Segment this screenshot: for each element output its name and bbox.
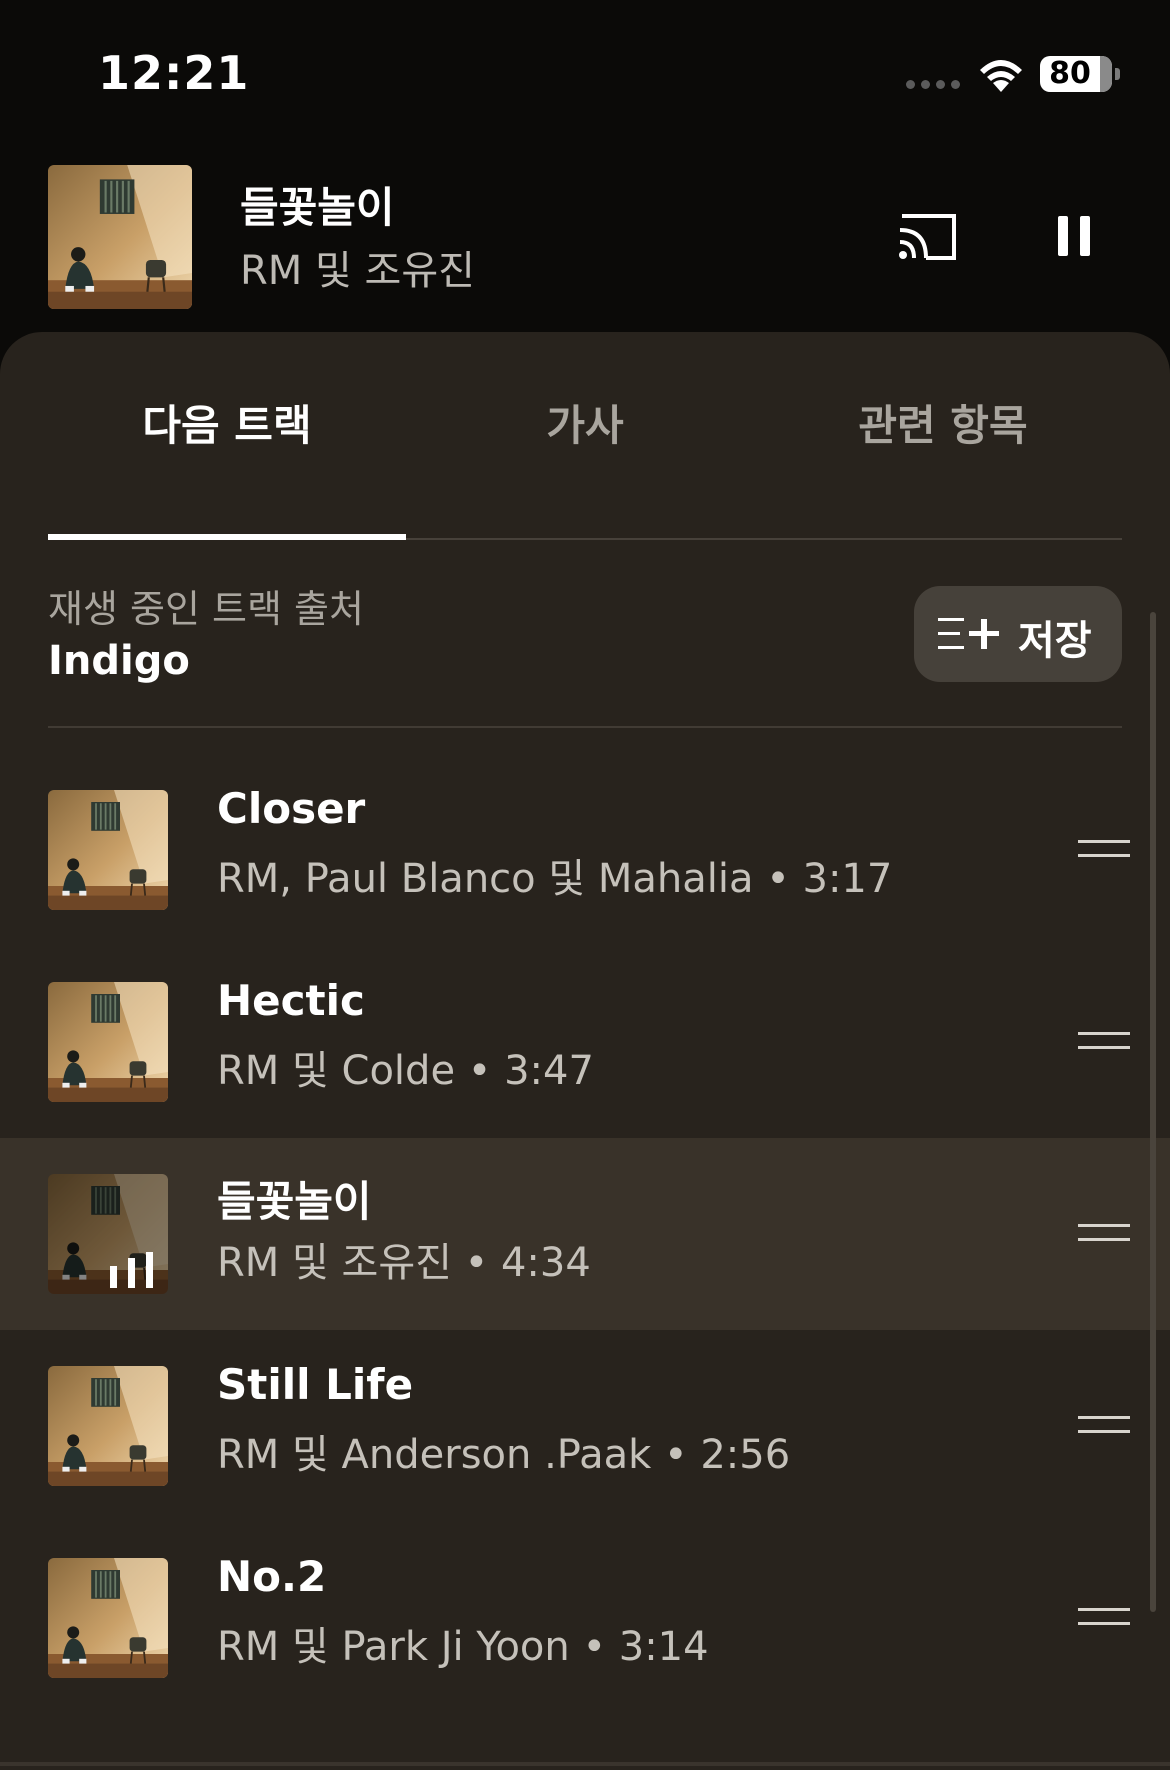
- album-art: [48, 165, 192, 309]
- track-meta: RM 및 Anderson .Paak • 2:56: [217, 1432, 791, 1478]
- mini-player-title: 들꽃놀이: [240, 183, 395, 232]
- now-playing-equalizer-icon: [110, 1248, 160, 1288]
- tab-bar: 다음 트랙 가사 관련 항목: [48, 392, 1122, 472]
- album-art: [48, 982, 168, 1102]
- tab-up-next[interactable]: 다음 트랙: [48, 392, 406, 453]
- scrollbar[interactable]: [1150, 612, 1156, 1612]
- album-art: [48, 1366, 168, 1486]
- track-title: No.2: [217, 1552, 327, 1601]
- active-tab-indicator: [48, 534, 406, 540]
- status-time: 12:21: [98, 46, 250, 100]
- tab-related[interactable]: 관련 항목: [764, 392, 1122, 453]
- track-title: Closer: [217, 784, 366, 833]
- track-meta: RM, Paul Blanco 및 Mahalia • 3:17: [217, 856, 893, 902]
- track-meta: RM 및 Colde • 3:47: [217, 1048, 594, 1094]
- pause-icon[interactable]: [1050, 210, 1098, 262]
- track-title: 들꽃놀이: [217, 1177, 372, 1226]
- battery-level: 80: [1049, 56, 1091, 91]
- drag-handle-icon[interactable]: [1078, 840, 1130, 860]
- battery-icon: 80: [1040, 56, 1120, 92]
- cast-icon[interactable]: [896, 210, 960, 264]
- drag-handle-icon[interactable]: [1078, 1224, 1130, 1244]
- queue-track-now-playing[interactable]: 들꽃놀이 RM 및 조유진 • 4:34: [0, 1138, 1170, 1330]
- track-title: Hectic: [217, 976, 365, 1025]
- mini-player[interactable]: 들꽃놀이 RM 및 조유진: [0, 150, 1170, 330]
- drag-handle-icon[interactable]: [1078, 1608, 1130, 1628]
- queue-track-hectic[interactable]: Hectic RM 및 Colde • 3:47: [0, 946, 1170, 1138]
- playlist-add-icon: [938, 618, 999, 649]
- album-art: [48, 1558, 168, 1678]
- album-art: [48, 790, 168, 910]
- queue-source-name[interactable]: Indigo: [48, 638, 190, 684]
- wifi-icon: [980, 60, 1022, 92]
- status-bar: 12:21 80: [0, 0, 1170, 150]
- queue-track-no2[interactable]: No.2 RM 및 Park Ji Yoon • 3:14: [0, 1522, 1170, 1714]
- track-meta: RM 및 Park Ji Yoon • 3:14: [217, 1624, 709, 1670]
- queue-track-closer[interactable]: Closer RM, Paul Blanco 및 Mahalia • 3:17: [0, 754, 1170, 946]
- queue-track-still-life[interactable]: Still Life RM 및 Anderson .Paak • 2:56: [0, 1330, 1170, 1522]
- save-button[interactable]: 저장: [914, 586, 1122, 682]
- mini-player-artist: RM 및 조유진: [240, 248, 475, 294]
- drag-handle-icon[interactable]: [1078, 1032, 1130, 1052]
- bottom-divider: [0, 1762, 1170, 1766]
- tab-lyrics[interactable]: 가사: [406, 392, 764, 453]
- queue-sheet: 다음 트랙 가사 관련 항목 재생 중인 트랙 출처 Indigo 저장 Clo…: [0, 332, 1170, 1770]
- drag-handle-icon[interactable]: [1078, 1416, 1130, 1436]
- cellular-signal-icon: [906, 80, 960, 92]
- album-art: [48, 1174, 168, 1294]
- track-title: Still Life: [217, 1360, 414, 1409]
- section-divider: [48, 726, 1122, 728]
- track-meta: RM 및 조유진 • 4:34: [217, 1240, 591, 1286]
- save-button-label: 저장: [1018, 618, 1092, 664]
- queue-source-label: 재생 중인 트랙 출처: [48, 587, 364, 631]
